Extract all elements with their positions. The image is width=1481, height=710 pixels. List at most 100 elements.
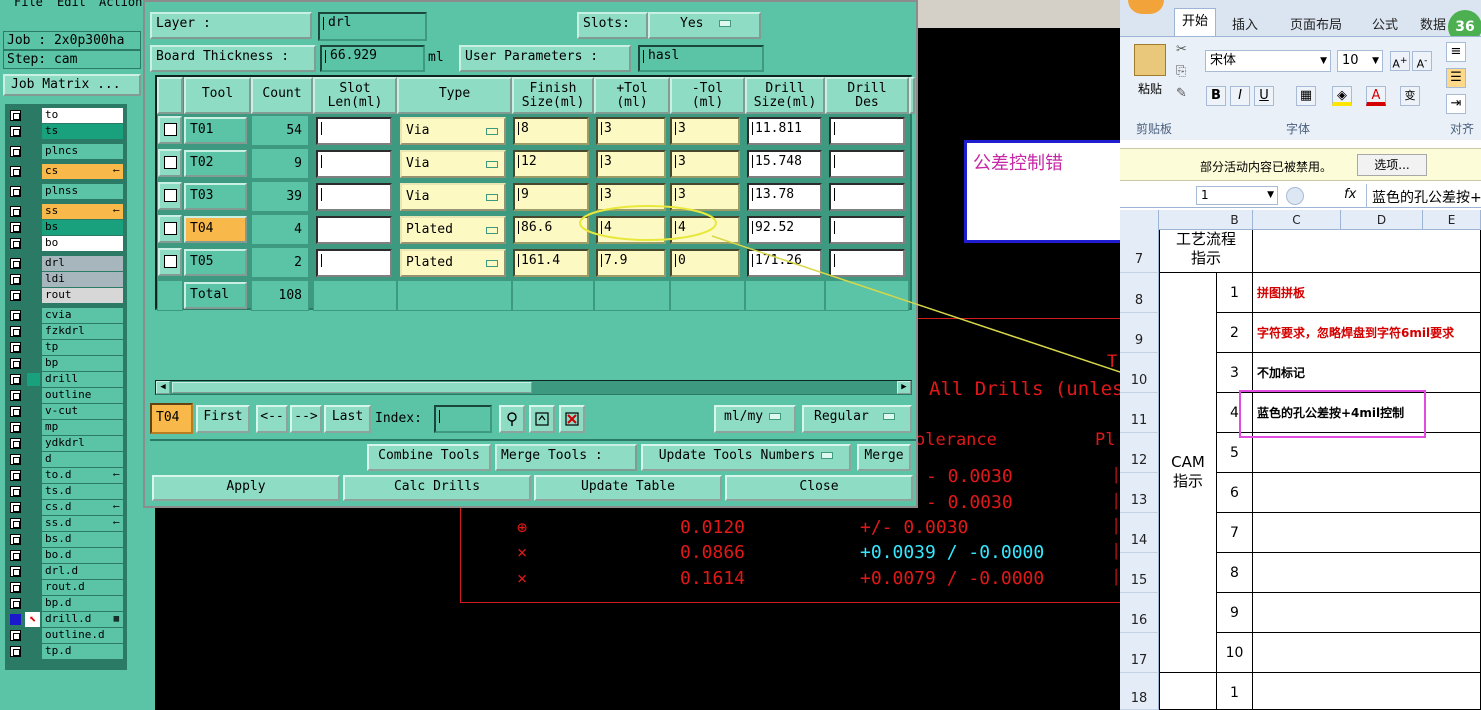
layer-row-plnss[interactable]: plnss — [5, 184, 127, 199]
drill-des-field[interactable] — [829, 183, 905, 211]
align-top-icon[interactable]: ≡ — [1446, 42, 1466, 62]
layer-checkbox[interactable] — [10, 454, 21, 465]
row-expand-button[interactable] — [158, 182, 182, 210]
drill-des-field[interactable] — [829, 216, 905, 244]
layer-row-bp[interactable]: bp — [5, 356, 127, 371]
row-expand-button[interactable] — [158, 215, 182, 243]
layer-checkbox[interactable] — [10, 630, 21, 641]
column-header-count[interactable]: Count — [251, 77, 313, 114]
layer-checkbox[interactable] — [10, 186, 21, 197]
layer-checkbox[interactable] — [10, 238, 21, 249]
row-expand-button[interactable] — [158, 248, 182, 276]
layer-row-outline[interactable]: outline — [5, 388, 127, 403]
layer-checkbox[interactable] — [10, 598, 21, 609]
layer-name[interactable]: ss.d ⟵ — [42, 516, 123, 531]
layer-row-tp[interactable]: tp — [5, 340, 127, 355]
font-name-select[interactable]: 宋体 ▼ — [1205, 50, 1331, 72]
minus-tol-field[interactable]: 0 — [670, 249, 740, 277]
close-button[interactable]: Close — [725, 475, 913, 501]
row-header-8[interactable]: 8 — [1120, 273, 1159, 313]
scroll-right-icon[interactable]: ▶ — [897, 381, 911, 394]
col-header-b[interactable]: B — [1217, 210, 1253, 230]
tab-data[interactable]: 数据 — [1420, 14, 1446, 33]
combine-tools-button[interactable]: Combine Tools — [367, 444, 491, 471]
column-header-tool[interactable]: Tool — [184, 77, 251, 114]
layer-row-ts-d[interactable]: ts.d — [5, 484, 127, 499]
copy-icon[interactable]: ⎘ — [1176, 64, 1186, 79]
item-text-cell[interactable]: 拼图拼板 — [1253, 273, 1481, 313]
tab-page-layout[interactable]: 页面布局 — [1290, 14, 1342, 33]
merge-button[interactable]: Merge — [857, 444, 911, 471]
layer-name[interactable]: bo — [42, 236, 123, 251]
item-number-cell[interactable]: 7 — [1217, 513, 1253, 553]
item-number-cell[interactable]: 9 — [1217, 593, 1253, 633]
type-select[interactable]: Plated — [400, 249, 506, 277]
minus-tol-field[interactable]: 3 — [670, 150, 740, 178]
type-select[interactable]: Via — [400, 183, 506, 211]
underline-icon[interactable]: U — [1254, 86, 1274, 106]
finish-size-field[interactable]: 161.4 — [513, 249, 589, 277]
units-select[interactable]: ml/my — [714, 405, 796, 433]
next-button[interactable]: --> — [290, 405, 322, 433]
item-number-cell[interactable]: 6 — [1217, 473, 1253, 513]
layer-name[interactable]: bs.d — [42, 532, 123, 547]
layer-row-rout[interactable]: rout — [5, 288, 127, 303]
layer-row-fzkdrl[interactable]: fzkdrl — [5, 324, 127, 339]
row-header-10[interactable]: 10 — [1120, 353, 1159, 393]
layer-checkbox[interactable] — [10, 374, 21, 385]
finish-size-field[interactable]: 86.6 — [513, 216, 589, 244]
layer-checkbox[interactable] — [10, 222, 21, 233]
drill-size-field[interactable]: 15.748 — [747, 150, 822, 178]
layer-checkbox[interactable] — [10, 566, 21, 577]
tab-insert[interactable]: 插入 — [1232, 14, 1258, 33]
layer-name[interactable]: cs.d ⟵ — [42, 500, 123, 515]
layer-checkbox[interactable] — [10, 390, 21, 401]
layer-row-d[interactable]: d — [5, 452, 127, 467]
font-size-select[interactable]: 10 ▼ — [1337, 50, 1383, 72]
layer-name[interactable]: bp — [42, 356, 123, 371]
item-text-cell[interactable] — [1253, 673, 1481, 710]
slots-select[interactable]: Yes — [648, 12, 761, 39]
layer-checkbox[interactable] — [10, 290, 21, 301]
layer-name[interactable]: cvia — [42, 308, 123, 323]
layer-row-ss-d[interactable]: ss.d ⟵ — [5, 516, 127, 531]
finish-size-field[interactable]: 9 — [513, 183, 589, 211]
layer-checkbox[interactable] — [10, 110, 21, 121]
layer-name[interactable]: to — [42, 108, 123, 123]
layer-row-to-d[interactable]: to.d ⟵ — [5, 468, 127, 483]
layer-checkbox[interactable] — [10, 406, 21, 417]
layer-row-bo[interactable]: bo — [5, 236, 127, 251]
row-header-11[interactable]: 11 — [1120, 393, 1159, 433]
item-number-cell[interactable]: 3 — [1217, 353, 1253, 393]
item-text-cell[interactable]: 字符要求，忽略焊盘到字符6mil要求 — [1253, 313, 1481, 353]
first-button[interactable]: First — [196, 405, 250, 433]
fx-icon[interactable]: fx — [1344, 187, 1356, 202]
column-header-tol[interactable]: +Tol (ml) — [594, 77, 670, 114]
layer-name[interactable]: drill — [42, 372, 123, 387]
finish-size-field[interactable]: 8 — [513, 117, 589, 145]
index-field[interactable] — [434, 405, 492, 433]
layer-checkbox[interactable] — [10, 502, 21, 513]
layer-checkbox[interactable] — [10, 550, 21, 561]
prev-button[interactable]: <-- — [256, 405, 288, 433]
tab-formulas[interactable]: 公式 — [1372, 14, 1398, 33]
row-header-14[interactable]: 14 — [1120, 513, 1159, 553]
plus-tol-field[interactable]: 3 — [596, 117, 666, 145]
layer-checkbox[interactable] — [10, 582, 21, 593]
shrink-font-icon[interactable]: A- — [1412, 51, 1432, 71]
menu-edit[interactable]: Edit — [57, 0, 86, 9]
type-select[interactable]: Via — [400, 117, 506, 145]
layer-checkbox[interactable] — [10, 258, 21, 269]
layer-checkbox[interactable] — [10, 422, 21, 433]
layer-name[interactable]: mp — [42, 420, 123, 435]
format-painter-icon[interactable]: ✎ — [1176, 86, 1187, 101]
paste-icon[interactable] — [1134, 44, 1166, 76]
layer-row-tp-d[interactable]: tp.d — [5, 644, 127, 659]
layer-row-bs-d[interactable]: bs.d — [5, 532, 127, 547]
layer-name[interactable]: rout.d — [42, 580, 123, 595]
item-number-cell[interactable]: 1 — [1217, 673, 1253, 710]
layer-row-ydkdrl[interactable]: ydkdrl — [5, 436, 127, 451]
drill-des-field[interactable] — [829, 249, 905, 277]
layer-name[interactable]: cs ⟵ — [42, 164, 123, 179]
type-select[interactable]: Plated — [400, 216, 506, 244]
